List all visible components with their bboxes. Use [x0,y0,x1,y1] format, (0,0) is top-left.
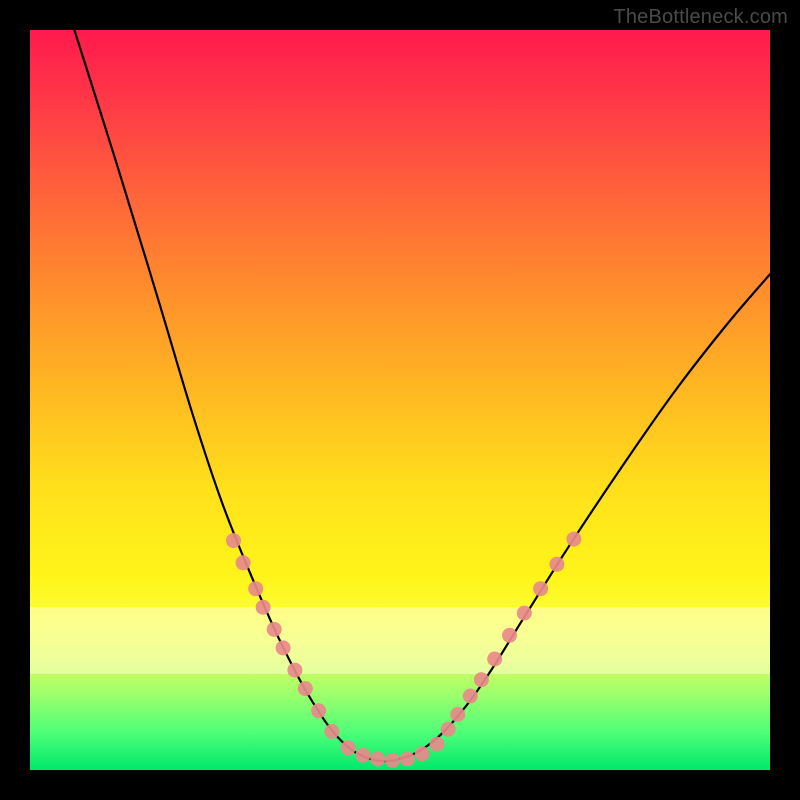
scatter-point [415,746,430,761]
scatter-point [502,628,517,643]
scatter-point [287,663,302,678]
scatter-point [267,622,282,637]
bottleneck-curve [74,30,770,761]
plot-area [30,30,770,770]
scatter-point [566,532,581,547]
scatter-point [430,737,445,752]
scatter-point [311,703,326,718]
scatter-point [248,581,263,596]
scatter-point [450,707,465,722]
scatter-point [324,724,339,739]
scatter-point [356,748,371,763]
scatter-point [226,533,241,548]
scatter-point [474,672,489,687]
scatter-point [298,681,313,696]
chart-svg [30,30,770,770]
scatter-point [549,557,564,572]
scatter-point [236,555,251,570]
scatter-points [226,532,581,768]
scatter-point [533,581,548,596]
scatter-point [276,640,291,655]
scatter-point [370,751,385,766]
scatter-point [256,600,271,615]
scatter-point [385,753,400,768]
scatter-point [517,606,532,621]
scatter-point [400,751,415,766]
scatter-point [441,722,456,737]
scatter-point [463,689,478,704]
watermark-text: TheBottleneck.com [613,6,788,29]
scatter-point [487,652,502,667]
scatter-point [341,740,356,755]
outer-frame: TheBottleneck.com [0,0,800,800]
